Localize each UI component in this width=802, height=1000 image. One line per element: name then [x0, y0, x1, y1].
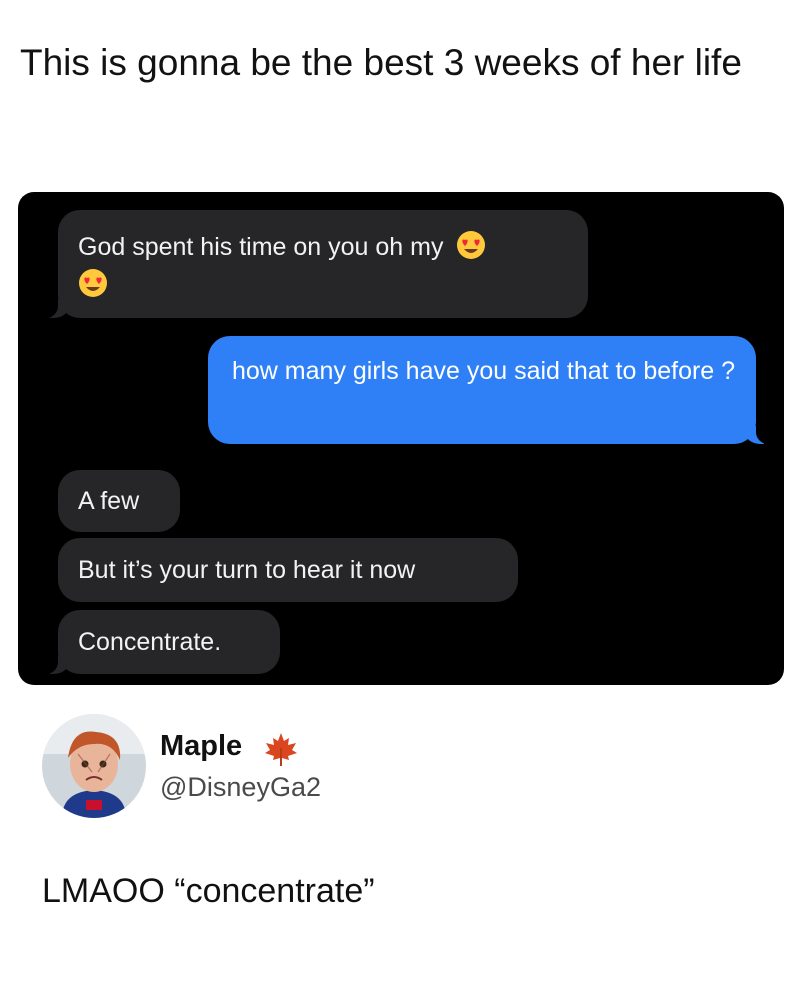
- author-name[interactable]: Maple: [160, 730, 242, 763]
- message-text: God spent his time on you oh my: [78, 233, 444, 261]
- author-handle[interactable]: @DisneyGa2: [160, 772, 321, 803]
- post-caption: This is gonna be the best 3 weeks of her…: [20, 42, 742, 83]
- doll-avatar-image: [42, 714, 146, 818]
- incoming-message-bubble: A few: [58, 470, 180, 532]
- heart-eyes-emoji-icon: [457, 231, 486, 259]
- message-text: Concentrate.: [78, 628, 222, 656]
- message-text: how many girls have you said that to bef…: [232, 357, 736, 385]
- message-text: A few: [78, 487, 140, 515]
- incoming-message-bubble: Concentrate.: [40, 610, 280, 674]
- tweet-text: LMAOO “concentrate”: [42, 872, 375, 910]
- message-text: But it’s your turn to hear it now: [78, 556, 416, 584]
- incoming-message-bubble: But it’s your turn to hear it now: [58, 538, 518, 602]
- outgoing-message-bubble: how many girls have you said that to bef…: [208, 336, 774, 444]
- chat-screenshot: God spent his time on you oh my how many…: [18, 192, 784, 685]
- incoming-message-bubble: God spent his time on you oh my: [40, 210, 588, 318]
- bubble-tail: [744, 424, 774, 444]
- heart-eyes-emoji-icon: [79, 269, 107, 297]
- bubble-tail: [40, 298, 70, 318]
- maple-leaf-icon: [265, 733, 297, 766]
- avatar[interactable]: [42, 714, 146, 818]
- bubble-tail: [40, 654, 70, 674]
